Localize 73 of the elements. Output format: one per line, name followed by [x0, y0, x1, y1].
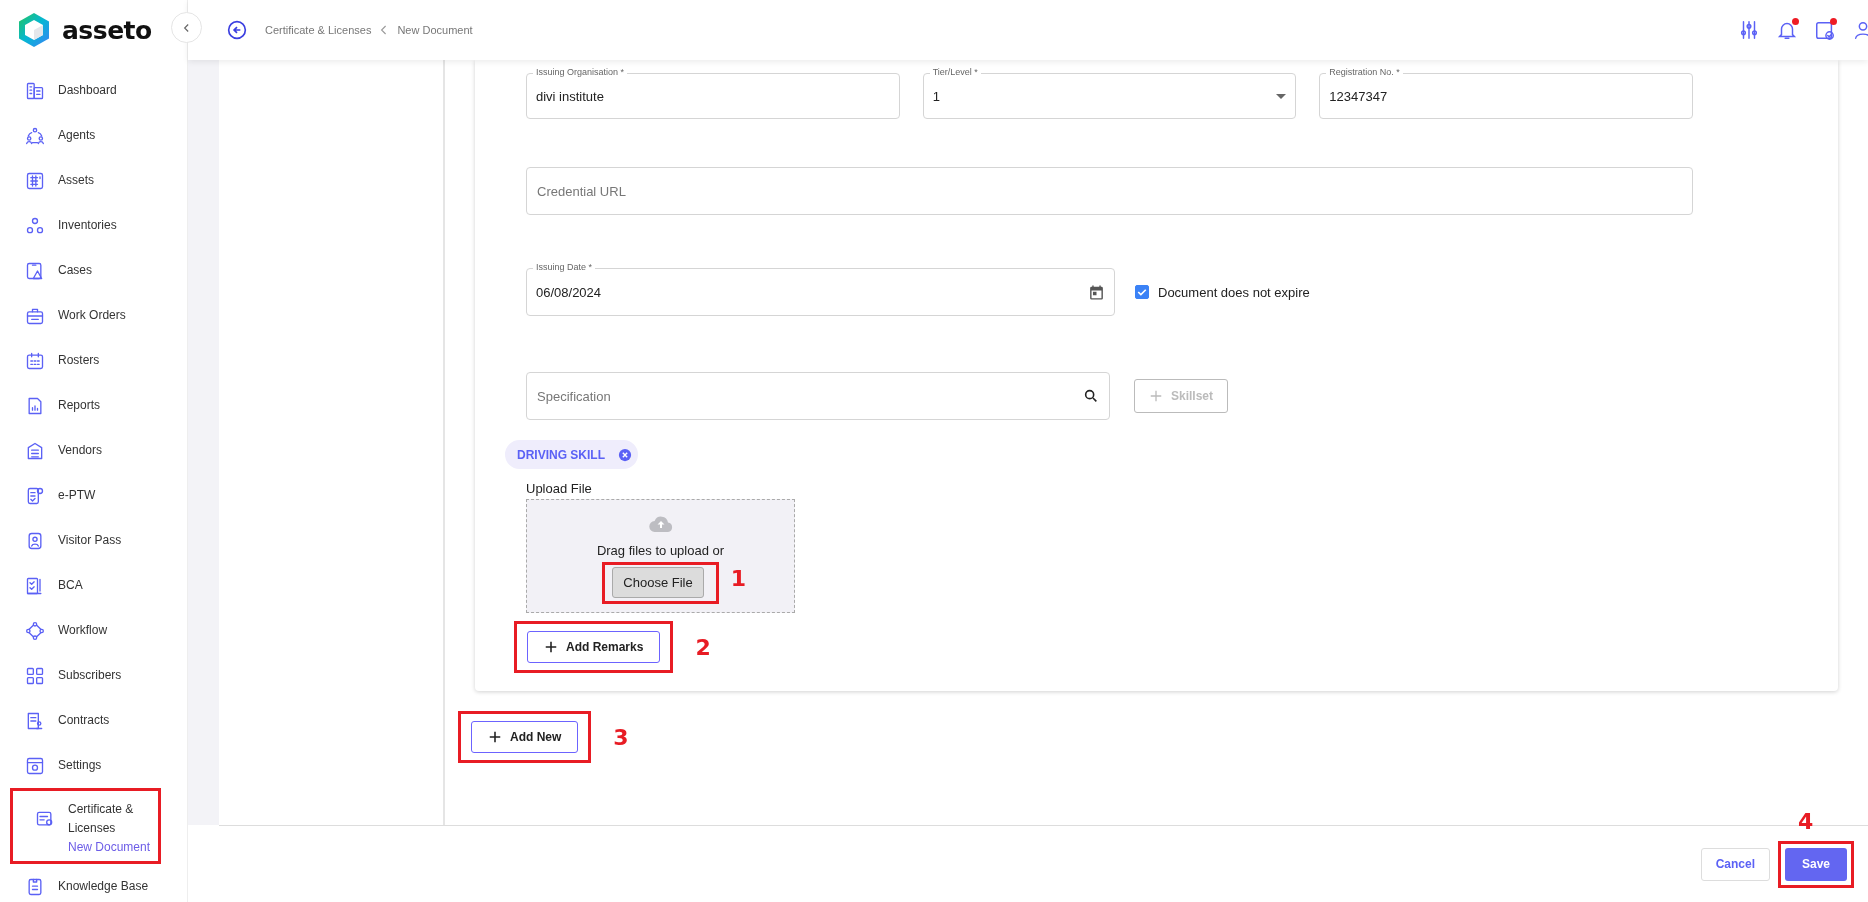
sidebar-item[interactable]: Reports	[0, 383, 187, 428]
annotation-number: 4	[1798, 808, 1814, 834]
grid-icon	[25, 170, 45, 191]
checkbox-label: Document does not expire	[1158, 284, 1310, 300]
settings-icon	[25, 755, 45, 776]
plus-icon	[544, 640, 558, 654]
field-label: Issuing Organisation *	[533, 66, 628, 79]
tiles-icon	[25, 665, 45, 686]
building-icon	[25, 80, 45, 101]
sidebar-item[interactable]: Visitor Pass	[0, 518, 187, 563]
sidebar-item[interactable]: Contracts	[0, 698, 187, 743]
sidebar-subitem[interactable]: New Document	[23, 840, 148, 854]
sidebar-item[interactable]: Vendors	[0, 428, 187, 473]
annotation-number: 3	[613, 724, 629, 750]
calendar-icon	[1088, 283, 1105, 301]
chevron-icon	[380, 25, 389, 35]
sidebar-item[interactable]: Dashboard	[0, 68, 187, 113]
sliders-icon[interactable]	[1738, 19, 1760, 41]
sidebar-item[interactable]: Certificate & Licenses	[23, 798, 148, 838]
input-field[interactable]: Registration No. * 12347347	[1319, 66, 1693, 119]
input-field[interactable]: Credential URL	[526, 167, 1693, 215]
back-icon[interactable]	[227, 20, 247, 40]
input-field[interactable]: Issuing Organisation * divi institute	[526, 66, 900, 119]
remove-icon[interactable]	[618, 447, 632, 462]
breadcrumb-link[interactable]: Certificate & Licenses	[265, 24, 372, 36]
sidebar-item[interactable]: Rosters	[0, 338, 187, 383]
circles-icon	[25, 215, 45, 236]
upload-label: Upload File	[526, 481, 593, 496]
annotation-number: 2	[695, 634, 711, 660]
checkbox[interactable]	[1135, 285, 1149, 299]
date-field[interactable]: Issuing Date * 06/08/2024	[526, 261, 1115, 316]
sidebar-item[interactable]: e-PTW	[0, 473, 187, 518]
cancel-button[interactable]: Cancel	[1700, 847, 1770, 881]
certificate-icon	[35, 809, 55, 829]
upload-hint: Drag files to upload or	[596, 543, 725, 558]
logo-icon	[18, 12, 50, 48]
sidebar-item[interactable]: Work Orders	[0, 293, 187, 338]
sidebar-item[interactable]: Workflow	[0, 608, 187, 653]
calendar-icon	[25, 350, 45, 371]
field-label: Registration No. *	[1326, 66, 1403, 79]
contract-icon	[25, 710, 45, 731]
sidebar-item[interactable]: Knowledge Base	[0, 864, 187, 902]
breadcrumb-link[interactable]: New Document	[397, 24, 473, 36]
add-remarks-button[interactable]: Add Remarks	[527, 631, 661, 663]
sidebar-item[interactable]: Agents	[0, 113, 187, 158]
logo-text: asseto	[62, 15, 152, 45]
upload-dropzone[interactable]: Drag files to upload or Choose File 1	[526, 499, 795, 613]
search-field[interactable]: Specification	[526, 372, 1110, 420]
dropdown-icon	[1276, 93, 1287, 99]
warning-icon	[25, 260, 45, 281]
sidebar-item[interactable]: Inventories	[0, 203, 187, 248]
field-label: Issuing Date *	[533, 261, 596, 274]
save-button[interactable]: Save	[1785, 847, 1847, 881]
plus-icon	[488, 730, 502, 744]
people-icon	[25, 125, 45, 146]
input-field[interactable]: Tier/Level * 1	[922, 66, 1297, 119]
add-new-button[interactable]: Add New	[471, 721, 579, 753]
user-icon[interactable]	[1852, 19, 1868, 41]
sidebar-item[interactable]: Cases	[0, 248, 187, 293]
calendar-check-icon[interactable]	[1814, 19, 1836, 41]
plus-icon	[1149, 389, 1163, 403]
store-icon	[25, 440, 45, 461]
annotation-number: 1	[730, 566, 746, 591]
flow-icon	[25, 620, 45, 641]
search-icon	[1083, 388, 1099, 404]
sidebar-item[interactable]: Subscribers	[0, 653, 187, 698]
chip-label: DRIVING SKILL	[517, 447, 605, 462]
cloud-upload-icon	[648, 516, 673, 532]
checklist-icon	[25, 485, 45, 506]
sidebar-item[interactable]: Settings	[0, 743, 187, 788]
sidebar-item[interactable]: BCA	[0, 563, 187, 608]
sidebar-item[interactable]: Assets	[0, 158, 187, 203]
choose-file-button[interactable]: Choose File	[612, 567, 704, 598]
